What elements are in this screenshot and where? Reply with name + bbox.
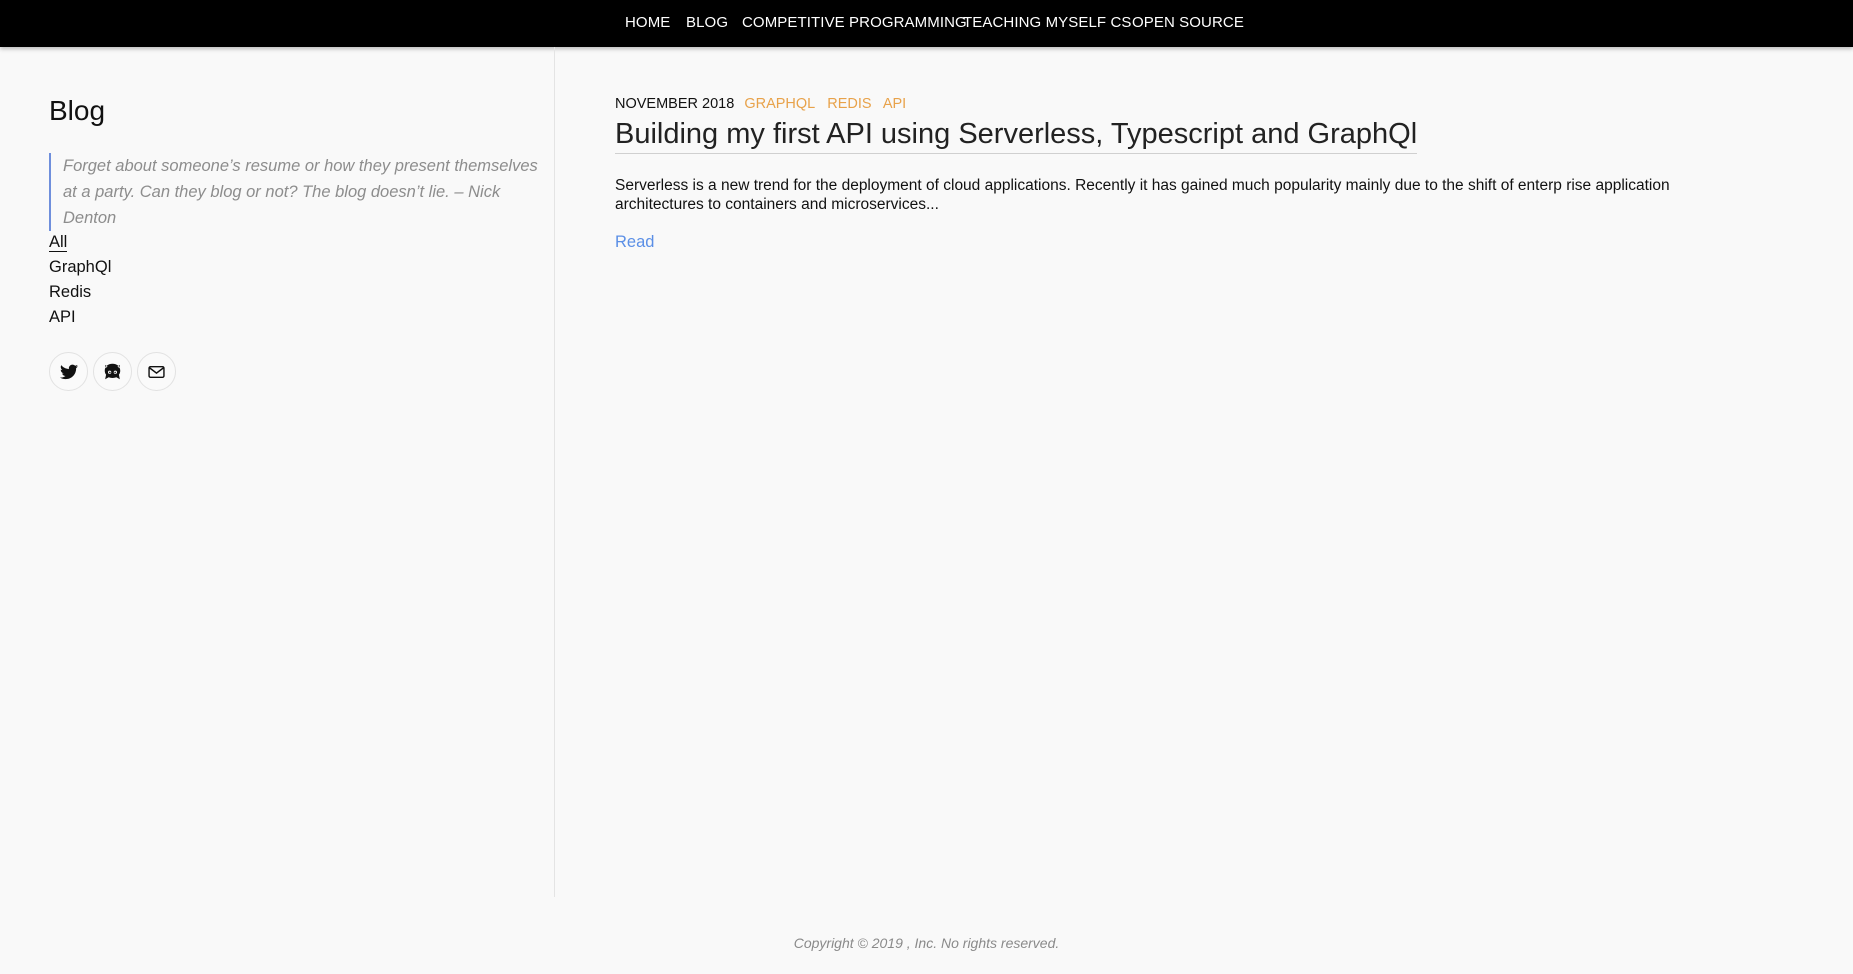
- tag-filter-item: API: [49, 305, 111, 330]
- read-more-link[interactable]: Read: [615, 233, 654, 252]
- twitter-button[interactable]: [49, 352, 88, 391]
- sidebar: Blog Forget about someone’s resume or ho…: [0, 47, 555, 897]
- top-navigation-bar: HOME BLOG COMPETITIVE PROGRAMMING TEACHI…: [0, 0, 1853, 47]
- post-meta: NOVEMBER 2018 GRAPHQL REDIS API: [615, 94, 1725, 114]
- nav-item-competitive-programming[interactable]: COMPETITIVE PROGRAMMING: [742, 14, 967, 31]
- nav-item-open-source[interactable]: OPEN SOURCE: [1132, 14, 1244, 31]
- email-button[interactable]: [137, 352, 176, 391]
- nav-item-teaching-myself-cs[interactable]: TEACHING MYSELF CS: [963, 14, 1132, 31]
- post-tag-api[interactable]: API: [883, 96, 906, 112]
- tag-filter-list: All GraphQl Redis API: [49, 230, 111, 330]
- footer-copyright: Copyright © 2019 , Inc. No rights reserv…: [793, 935, 1060, 951]
- github-button[interactable]: [93, 352, 132, 391]
- page-title: Blog: [49, 95, 106, 126]
- github-icon: [104, 363, 121, 380]
- tag-filter-graphql[interactable]: GraphQl: [49, 258, 111, 276]
- tag-filter-redis[interactable]: Redis: [49, 283, 91, 301]
- post-excerpt: Serverless is a new trend for the deploy…: [615, 177, 1670, 213]
- post-tag-graphql[interactable]: GRAPHQL: [744, 96, 815, 112]
- tag-filter-item: Redis: [49, 280, 111, 305]
- nav-item-home[interactable]: HOME: [625, 14, 670, 31]
- blog-quote: Forget about someone’s resume or how the…: [49, 153, 553, 231]
- post-date: NOVEMBER 2018: [615, 96, 735, 112]
- twitter-icon: [59, 364, 78, 379]
- blog-post-preview: NOVEMBER 2018 GRAPHQL REDIS API Building…: [615, 94, 1725, 252]
- tag-filter-all[interactable]: All: [49, 233, 68, 252]
- nav-item-blog[interactable]: BLOG: [686, 14, 728, 31]
- mail-icon: [148, 365, 165, 378]
- social-links: [49, 352, 176, 391]
- post-tag-redis[interactable]: REDIS: [827, 96, 871, 112]
- post-title[interactable]: Building my first API using Serverless, …: [615, 116, 1418, 154]
- tag-filter-item: GraphQl: [49, 255, 111, 280]
- tag-filter-item: All: [49, 230, 111, 255]
- tag-filter-api[interactable]: API: [49, 308, 76, 326]
